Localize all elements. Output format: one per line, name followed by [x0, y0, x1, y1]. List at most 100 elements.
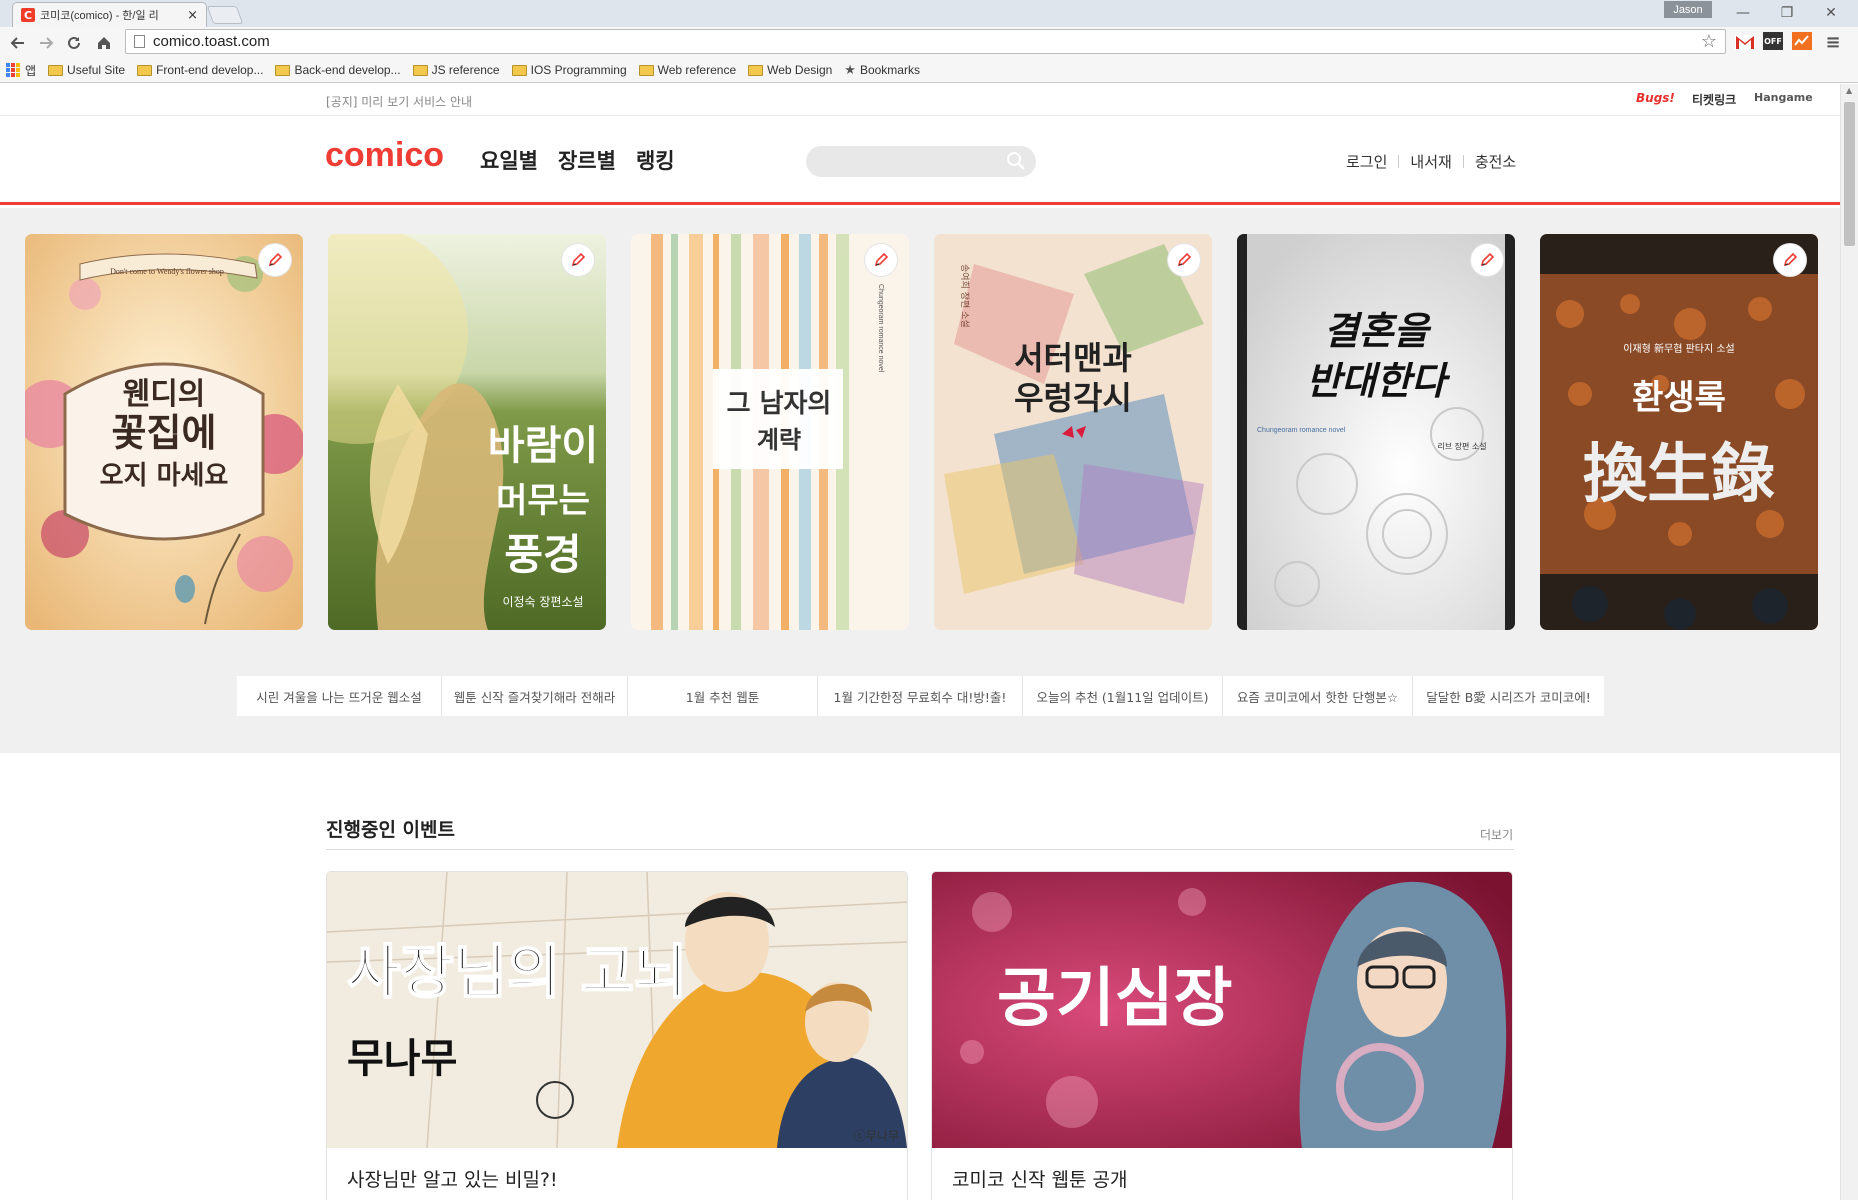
event-card[interactable]: 사장님의 고뇌 무나무 ⓒ무나무 사장님만 알고 있는 비밀?! [326, 871, 908, 1200]
topic-link[interactable]: 시린 겨울을 나는 뜨거운 웹소설 [237, 676, 442, 716]
cover-reincarnation-record[interactable]: 이재형 新무협 판타지 소설 환생록 換生錄 [1540, 234, 1818, 630]
bookmark-useful-site[interactable]: Useful Site [48, 63, 125, 77]
bookmark-ios[interactable]: IOS Programming [511, 63, 627, 77]
page-viewport: [공지] 미리 보기 서비스 안내 Bugs! 티켓링크 Hangame com… [0, 84, 1840, 1200]
bookmark-label: Useful Site [67, 63, 126, 77]
url-text[interactable]: comico.toast.com [153, 33, 270, 50]
partner-bugs[interactable]: Bugs! [1636, 91, 1675, 105]
event-title: 사장님만 알고 있는 비밀?! [347, 1169, 558, 1191]
cover-title-line: 머무는 [496, 481, 590, 521]
novel-pen-icon [562, 244, 594, 276]
bookmark-label: Web reference [657, 63, 737, 77]
topic-link[interactable]: 1월 추천 웹툰 [628, 676, 818, 716]
cover-author: 이정숙 장편소설 [502, 595, 583, 609]
vertical-scrollbar[interactable]: ▲ [1840, 84, 1858, 1200]
cover-title-line: 그 남자의 [727, 389, 832, 419]
minimize-icon[interactable]: — [1726, 2, 1760, 24]
cover-title-line: 우렁각시 [1014, 379, 1132, 417]
nav-genre[interactable]: 장르별 [558, 145, 616, 175]
bookmark-star-icon[interactable]: ☆ [1701, 31, 1717, 52]
nav-weekday[interactable]: 요일별 [480, 145, 538, 175]
bookmark-label: Bookmarks [859, 63, 920, 77]
scroll-up-icon[interactable]: ▲ [1846, 86, 1852, 95]
topic-link[interactable]: 웹툰 신작 즐겨찾기해라 전해라 [442, 676, 628, 716]
comico-logo[interactable]: comico [325, 136, 444, 175]
cover-his-scheme[interactable]: 그 남자의 계략 Chungeoram romance novel [631, 234, 909, 630]
cover-wind-landscape[interactable]: 바람이 머무는 풍경 이정숙 장편소설 [328, 234, 606, 630]
topic-link[interactable]: 오늘의 추천 (1월11일 업데이트) [1023, 676, 1223, 716]
cover-title-line: 결혼을 [1324, 309, 1432, 353]
events-more-link[interactable]: 더보기 [1480, 826, 1513, 843]
tab-close-icon[interactable]: × [187, 8, 198, 23]
cover-wendy-flower-shop[interactable]: Don't come to Wendy's flower shop 웬디의 꽃집… [25, 234, 303, 630]
topic-link[interactable]: 요즘 코미코에서 핫한 단행본☆ [1223, 676, 1413, 716]
site-header: comico 요일별 장르별 랭킹 로그인 내서재 충전소 [0, 116, 1840, 205]
bookmark-label: Back-end develop... [294, 63, 401, 77]
analytics-icon[interactable] [1792, 32, 1812, 50]
cover-title-line: 換生錄 [1583, 437, 1775, 512]
bookmark-bookmarks[interactable]: ★ Bookmarks [844, 62, 920, 78]
gmail-icon[interactable] [1734, 32, 1756, 52]
novel-pen-icon [259, 244, 291, 276]
tab-title: 코미코(comico) - 한/일 리 [40, 10, 159, 22]
address-bar[interactable]: comico.toast.com ☆ [125, 29, 1726, 54]
featured-banner-area: Don't come to Wendy's flower shop 웬디의 꽃집… [0, 208, 1840, 753]
bookmark-js-reference[interactable]: JS reference [412, 63, 500, 77]
nav-ranking[interactable]: 랭킹 [636, 145, 675, 175]
menu-icon[interactable]: ≡ [1822, 32, 1844, 53]
folder-icon [748, 64, 764, 76]
forward-icon[interactable] [34, 31, 58, 55]
partner-hangame[interactable]: Hangame [1754, 91, 1813, 104]
cover-title-line: 오지 마세요 [100, 461, 229, 491]
cover-title-line: 꽃집에 [112, 411, 217, 455]
bookmark-label: JS reference [431, 63, 500, 77]
close-window-icon[interactable]: ✕ [1814, 2, 1848, 24]
cover-top-text: Don't come to Wendy's flower shop [110, 267, 224, 276]
divider [1462, 155, 1464, 168]
bookmarks-bar: 앱 Useful Site Front-end develop... Back-… [0, 58, 1858, 83]
cover-oppose-marriage[interactable]: 결혼을 반대한다 Chungeoram romance novel 리브 장편 … [1237, 234, 1515, 630]
topic-link[interactable]: 1월 기간한정 무료회수 대!방!출! [818, 676, 1023, 716]
top-notice-bar: [공지] 미리 보기 서비스 안내 Bugs! 티켓링크 Hangame [0, 84, 1840, 116]
profile-button[interactable]: Jason [1664, 1, 1712, 18]
divider [326, 849, 1514, 850]
novel-pen-icon [1168, 244, 1200, 276]
folder-icon [511, 64, 527, 76]
cover-title-line: 환생록 [1632, 378, 1726, 418]
notice-link[interactable]: [공지] 미리 보기 서비스 안내 [326, 93, 472, 110]
new-tab-button[interactable] [206, 6, 244, 24]
divider [1398, 155, 1400, 168]
search-icon[interactable] [1006, 151, 1026, 171]
event-card[interactable]: 공기심장 코미코 신작 웹툰 공개 [931, 871, 1513, 1200]
user-menu: 로그인 내서재 충전소 [1346, 151, 1516, 172]
event-image-credit: ⓒ무나무 [854, 1129, 899, 1143]
reload-icon[interactable] [62, 31, 86, 55]
cover-title-line: 풍경 [504, 530, 581, 579]
bookmark-web-design[interactable]: Web Design [748, 63, 832, 77]
login-link[interactable]: 로그인 [1346, 151, 1387, 172]
star-icon: ★ [844, 62, 856, 77]
bookmark-apps[interactable]: 앱 [6, 62, 36, 79]
folder-icon [137, 64, 153, 76]
my-library-link[interactable]: 내서재 [1410, 151, 1451, 172]
back-icon[interactable] [6, 31, 30, 55]
browser-tab[interactable]: C 코미코(comico) - 한/일 리 × [12, 2, 207, 27]
cover-top-text: 송여희 장편 소설 [959, 264, 971, 328]
browser-toolbar: comico.toast.com ☆ OFF ≡ [0, 27, 1858, 58]
comico-favicon: C [21, 8, 35, 22]
bookmark-web-reference[interactable]: Web reference [638, 63, 737, 77]
charge-link[interactable]: 충전소 [1475, 151, 1516, 172]
bookmark-back-end[interactable]: Back-end develop... [275, 63, 401, 77]
scrollbar-thumb[interactable] [1844, 102, 1855, 246]
partner-ticketlink[interactable]: 티켓링크 [1692, 91, 1736, 108]
topic-link[interactable]: 달달한 B愛 시리즈가 코미코에! [1413, 676, 1604, 716]
search-box [806, 146, 1036, 177]
home-icon[interactable] [92, 31, 116, 55]
event-image-subtitle: 무나무 [347, 1036, 457, 1082]
bookmark-front-end[interactable]: Front-end develop... [137, 63, 263, 77]
main-nav: 요일별 장르별 랭킹 [480, 145, 675, 175]
cover-shutterman[interactable]: 서터맨과 우렁각시 송여희 장편 소설 [934, 234, 1212, 630]
search-input[interactable] [820, 151, 1000, 171]
restore-icon[interactable]: ❐ [1770, 2, 1804, 24]
off-icon[interactable]: OFF [1763, 32, 1783, 50]
